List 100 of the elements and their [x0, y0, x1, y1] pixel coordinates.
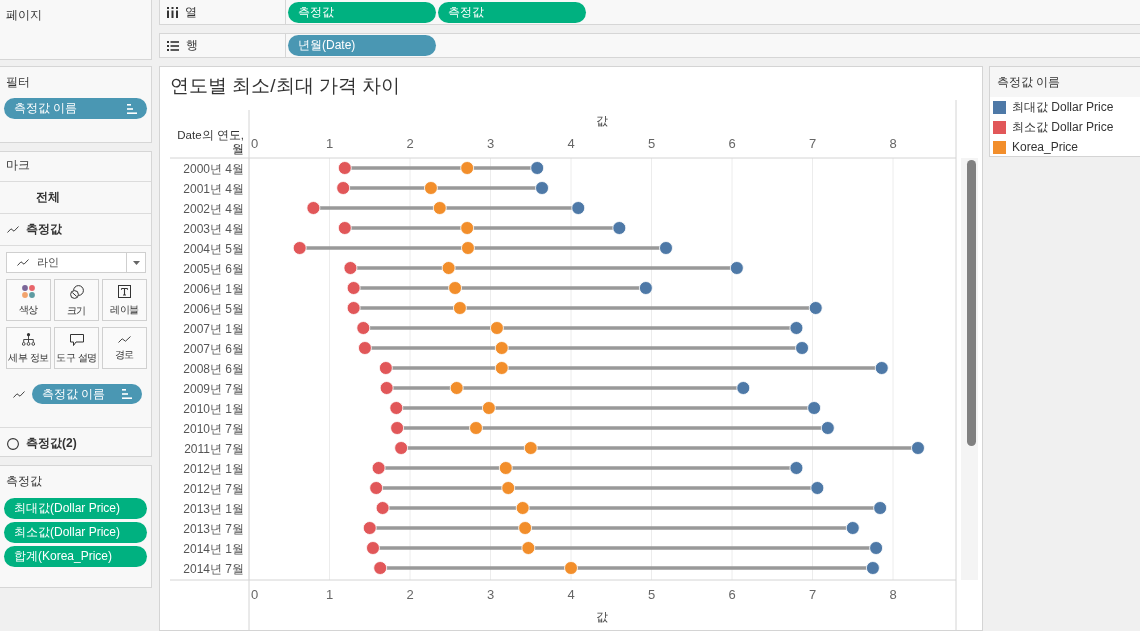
data-point — [379, 381, 394, 395]
legend-label: 최대값 Dollar Price — [1012, 98, 1114, 116]
shelf-label: 행 — [186, 37, 198, 54]
data-point — [515, 501, 530, 515]
data-point — [869, 541, 883, 555]
row-label: 2000년 4월 — [183, 161, 244, 176]
data-point — [501, 481, 516, 495]
row-label: 2007년 6월 — [183, 341, 244, 356]
tick-label: 3 — [486, 136, 495, 151]
encoding-button[interactable]: 색상 — [6, 279, 51, 321]
data-point — [729, 261, 744, 275]
speech-bubble-icon — [69, 333, 84, 346]
tick-label: 8 — [889, 587, 897, 602]
data-point — [789, 461, 804, 475]
data-point — [337, 161, 352, 175]
marks-layer-tab[interactable]: 측정값(2) — [0, 428, 151, 456]
data-point — [424, 181, 438, 195]
encoding-button[interactable]: 크기 — [54, 279, 99, 321]
data-point — [911, 441, 925, 455]
data-point — [358, 341, 372, 355]
data-point — [523, 441, 538, 455]
row-label: 2006년 5월 — [183, 301, 244, 316]
data-point — [874, 361, 889, 375]
data-point — [432, 201, 447, 215]
row-label: 2011년 7월 — [184, 441, 244, 456]
data-point — [449, 381, 464, 395]
panel-title: 페이지 — [6, 8, 42, 22]
tick-label: 6 — [728, 136, 736, 151]
data-point — [490, 321, 504, 335]
data-point — [441, 261, 456, 275]
data-point — [346, 301, 361, 315]
data-point — [460, 161, 475, 175]
data-point — [659, 241, 673, 255]
data-point — [394, 441, 409, 455]
data-point — [448, 281, 462, 295]
row-label: 2014년 7월 — [183, 561, 244, 576]
mark-type-dropdown[interactable]: 라인 — [6, 252, 146, 273]
axis-title: 값 — [596, 114, 608, 128]
row-label: 2004년 5월 — [183, 241, 244, 256]
row-label: 2013년 7월 — [183, 521, 244, 536]
data-point — [845, 521, 860, 535]
zigzag-line-icon — [17, 259, 29, 266]
tick-label: 7 — [808, 587, 817, 602]
data-point — [736, 381, 751, 395]
data-point — [638, 281, 653, 295]
data-point — [521, 541, 536, 555]
data-point — [356, 321, 371, 335]
row-label: 2008년 6월 — [183, 361, 244, 376]
panel-title: 마크 — [6, 158, 30, 172]
encoding-button[interactable]: 레이블 — [102, 279, 147, 321]
data-point — [571, 201, 586, 215]
data-point — [337, 221, 352, 235]
data-point — [535, 181, 549, 195]
tick-label: 2 — [406, 136, 414, 151]
marks-layer-tab[interactable]: 측정값 — [0, 214, 151, 246]
tick-label: 5 — [647, 136, 656, 151]
row-label: 2003년 4월 — [183, 221, 244, 236]
legend-label: Korea_Price — [1012, 140, 1079, 154]
columns-icon — [167, 6, 178, 18]
encoding-button[interactable]: 도구 설명 — [54, 327, 99, 369]
data-point — [820, 421, 835, 435]
caret-down-icon — [132, 260, 140, 265]
data-point — [366, 541, 380, 555]
data-point — [807, 401, 821, 415]
data-point — [789, 321, 804, 335]
zigzag-line-icon — [118, 336, 131, 343]
data-point — [873, 501, 888, 515]
zigzag-line-icon — [13, 390, 25, 398]
tick-label: 3 — [486, 587, 495, 602]
data-point — [494, 361, 509, 375]
data-point — [369, 481, 384, 495]
tick-label: 4 — [567, 136, 575, 151]
tick-label: 8 — [889, 136, 897, 151]
data-point — [469, 421, 483, 435]
data-point — [375, 501, 390, 515]
tick-label: 0 — [251, 587, 259, 602]
data-point — [795, 341, 809, 355]
legend-label: 최소값 Dollar Price — [1012, 118, 1114, 136]
encoding-button[interactable]: 세부 정보 — [6, 327, 51, 369]
hierarchy-icon — [22, 333, 35, 346]
tick-label: 2 — [406, 587, 414, 602]
data-point — [866, 561, 880, 575]
row-label: 2010년 1월 — [183, 401, 244, 416]
row-label: 2007년 1월 — [183, 321, 244, 336]
marks-layer-tab[interactable]: 전체 — [0, 182, 151, 214]
tick-label: 7 — [808, 136, 817, 151]
data-point — [461, 241, 475, 255]
row-label: 2001년 4월 — [183, 181, 244, 196]
tick-label: 5 — [647, 587, 656, 602]
four-dots-icon — [22, 285, 35, 298]
data-point — [494, 341, 509, 355]
encoding-button[interactable]: 경로 — [102, 327, 147, 369]
data-point — [460, 221, 475, 235]
scrollbar[interactable] — [961, 158, 978, 580]
circles-icon — [69, 284, 84, 299]
row-label: 2013년 1월 — [183, 501, 244, 516]
chart-title: 연도별 최소/최대 가격 차이 — [169, 74, 402, 98]
zigzag-line-icon — [7, 226, 19, 233]
text-box-icon — [118, 285, 131, 298]
tick-label: 1 — [325, 587, 334, 602]
